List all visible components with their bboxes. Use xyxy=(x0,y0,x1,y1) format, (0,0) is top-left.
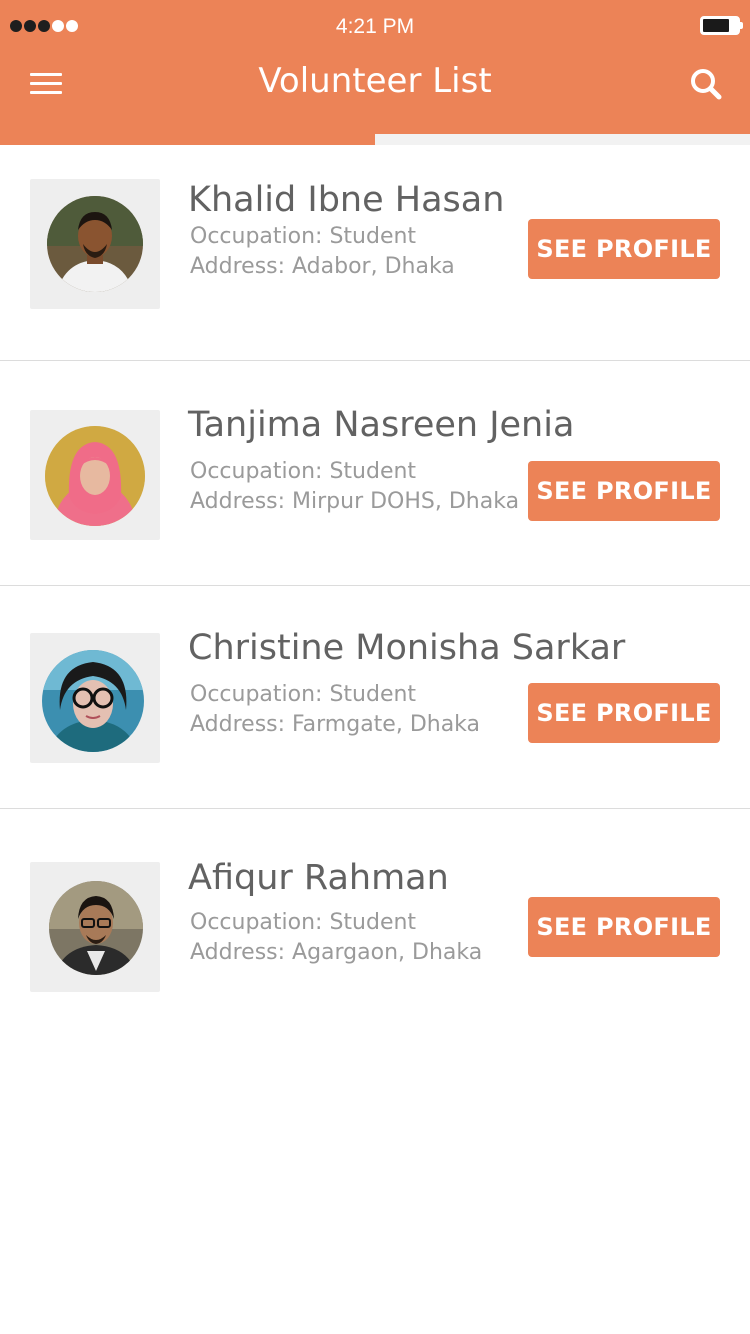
app-header: 4:21 PM Volunteer List xyxy=(0,0,750,145)
avatar-frame xyxy=(30,633,160,763)
volunteer-occupation: Occupation: Student xyxy=(190,459,417,484)
volunteer-occupation: Occupation: Student xyxy=(190,682,417,707)
volunteer-address: Address: Mirpur DOHS, Dhaka xyxy=(190,489,520,514)
avatar-frame xyxy=(30,179,160,309)
list-item: Tanjima Nasreen Jenia Occupation: Studen… xyxy=(0,361,750,586)
avatar-frame xyxy=(30,862,160,992)
list-item: Khalid Ibne Hasan Occupation: Student Ad… xyxy=(0,145,750,361)
see-profile-button[interactable]: SEE PROFILE xyxy=(528,219,720,279)
status-time: 4:21 PM xyxy=(335,15,415,38)
volunteer-address: Address: Adabor, Dhaka xyxy=(190,254,455,279)
tab-indicator xyxy=(375,134,750,145)
volunteer-name: Christine Monisha Sarkar xyxy=(188,628,626,668)
list-item: Afiqur Rahman Occupation: Student Addres… xyxy=(0,809,750,1049)
volunteer-address: Address: Agargaon, Dhaka xyxy=(190,940,483,965)
avatar-frame xyxy=(30,410,160,540)
see-profile-button[interactable]: SEE PROFILE xyxy=(528,461,720,521)
volunteer-name: Tanjima Nasreen Jenia xyxy=(188,405,575,445)
list-item: Christine Monisha Sarkar Occupation: Stu… xyxy=(0,586,750,809)
volunteer-list-screen: 4:21 PM Volunteer List Khalid Ibne Hasan… xyxy=(0,0,750,1334)
avatar xyxy=(47,196,143,292)
see-profile-button[interactable]: SEE PROFILE xyxy=(528,897,720,957)
avatar xyxy=(42,650,144,752)
volunteer-name: Khalid Ibne Hasan xyxy=(188,180,505,220)
volunteer-occupation: Occupation: Student xyxy=(190,224,417,249)
volunteer-occupation: Occupation: Student xyxy=(190,910,417,935)
avatar xyxy=(45,426,145,526)
battery-icon xyxy=(700,16,743,35)
search-icon[interactable] xyxy=(688,66,724,102)
see-profile-button[interactable]: SEE PROFILE xyxy=(528,683,720,743)
volunteer-name: Afiqur Rahman xyxy=(188,858,449,898)
status-bar: 4:21 PM xyxy=(0,0,750,54)
avatar xyxy=(49,881,143,975)
page-title: Volunteer List xyxy=(258,61,492,101)
volunteer-address: Address: Farmgate, Dhaka xyxy=(190,712,481,737)
